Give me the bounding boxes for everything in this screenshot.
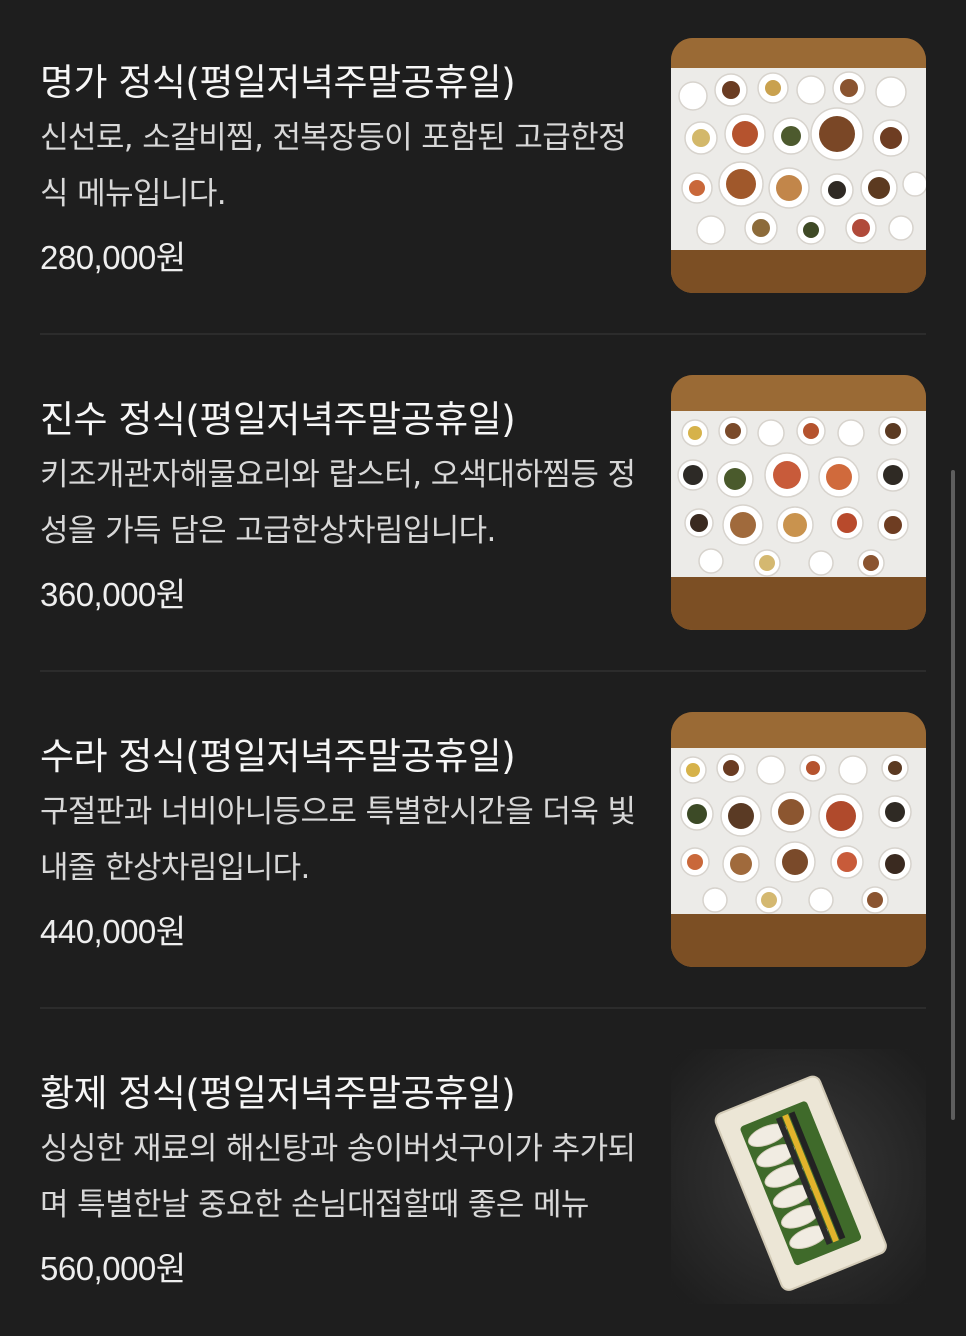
divider (40, 670, 926, 672)
menu-item-description: 신선로, 소갈비찜, 전복장등이 포함된 고급한정식 메뉴입니다. (40, 120, 627, 212)
menu-item-photo[interactable] (671, 1049, 926, 1304)
menu-item-title: 명가 정식(평일저녁주말공휴일) (40, 61, 516, 104)
menu-item-photo[interactable] (671, 375, 926, 630)
menu-item-price: 360,000원 (40, 576, 186, 613)
menu-item-title: 진수 정식(평일저녁주말공휴일) (40, 398, 516, 441)
menu-item-price: 280,000원 (40, 239, 186, 276)
menu-item-description: 싱싱한 재료의 해신탕과 송이버섯구이가 추가되며 특별한날 중요한 손님대접할… (40, 1131, 636, 1223)
menu-item-photo[interactable] (671, 712, 926, 967)
hanjeongsik-table-photo-icon (671, 375, 926, 630)
menu-item-jinsu[interactable]: 진수 정식(평일저녁주말공휴일) 키조개관자해물요리와 랍스터, 오색대하찜등 … (40, 375, 926, 631)
menu-item-photo[interactable] (671, 38, 926, 293)
menu-item-myeongga[interactable]: 명가 정식(평일저녁주말공휴일) 신선로, 소갈비찜, 전복장등이 포함된 고급… (40, 38, 926, 294)
menu-item-price: 440,000원 (40, 913, 186, 950)
scrollbar[interactable] (951, 470, 955, 1120)
menu-item-title: 황제 정식(평일저녁주말공휴일) (40, 1072, 516, 1115)
fish-platter-photo-icon (671, 1049, 926, 1304)
menu-item-description: 구절판과 너비아니등으로 특별한시간을 더욱 빛내줄 한상차림입니다. (40, 794, 636, 886)
menu-item-price: 560,000원 (40, 1250, 186, 1287)
menu-item-title: 수라 정식(평일저녁주말공휴일) (40, 735, 516, 778)
hanjeongsik-table-photo-icon (671, 38, 926, 293)
menu-item-description: 키조개관자해물요리와 랍스터, 오색대하찜등 정성을 가득 담은 고급한상차림입… (40, 457, 636, 549)
divider (40, 333, 926, 335)
hanjeongsik-table-photo-icon (671, 712, 926, 967)
menu-item-sura[interactable]: 수라 정식(평일저녁주말공휴일) 구절판과 너비아니등으로 특별한시간을 더욱 … (40, 712, 926, 968)
menu-list: 명가 정식(평일저녁주말공휴일) 신선로, 소갈비찜, 전복장등이 포함된 고급… (0, 0, 966, 1336)
menu-item-hwangje[interactable]: 황제 정식(평일저녁주말공휴일) 싱싱한 재료의 해신탕과 송이버섯구이가 추가… (40, 1049, 926, 1305)
divider (40, 1007, 926, 1009)
